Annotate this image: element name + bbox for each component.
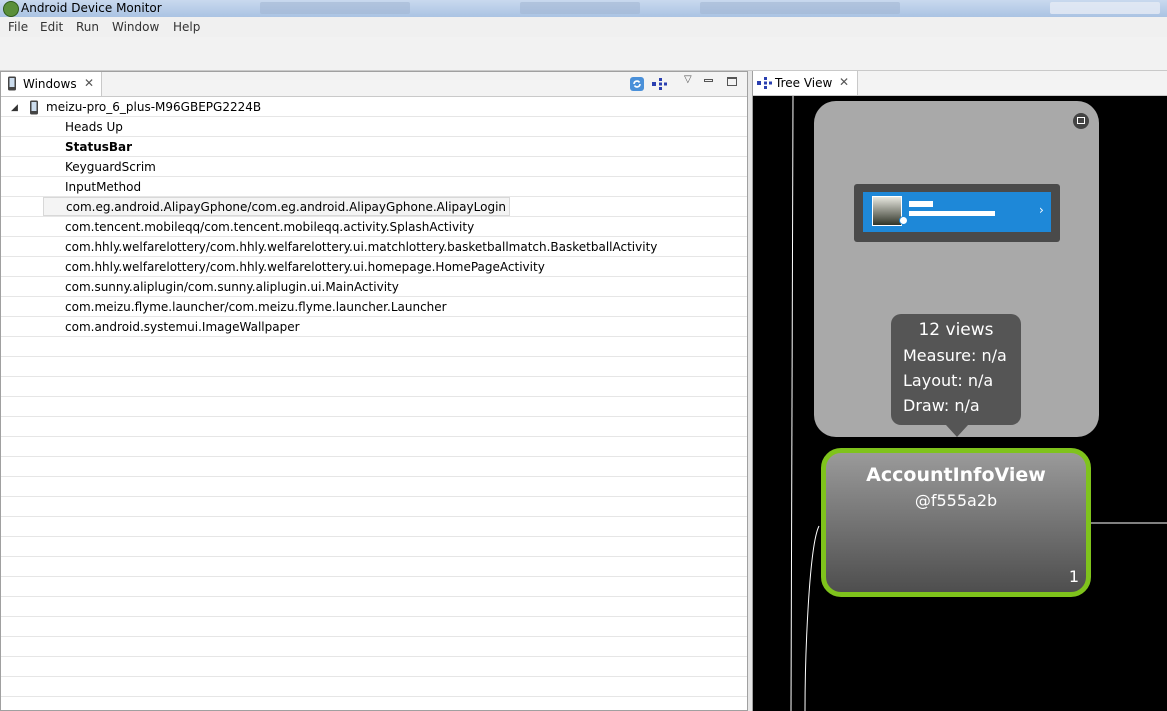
app-icon [3, 1, 19, 17]
window-item[interactable]: com.hhly.welfarelottery/com.hhly.welfare… [65, 257, 545, 277]
window-item[interactable]: com.sunny.aliplugin/com.sunny.aliplugin.… [65, 277, 399, 297]
menu-file[interactable]: File [8, 19, 28, 35]
row-separator [1, 597, 747, 617]
taskbar-blur [1050, 2, 1160, 14]
row-separator [1, 537, 747, 557]
row-separator [1, 657, 747, 677]
badge-icon [899, 216, 908, 225]
menu-run[interactable]: Run [76, 19, 99, 35]
row-separator [1, 357, 747, 377]
row-separator [1, 577, 747, 597]
redacted-account [909, 211, 995, 216]
window-item[interactable]: com.meizu.flyme.launcher/com.meizu.flyme… [65, 297, 447, 317]
avatar [872, 196, 902, 226]
phone-icon [7, 76, 17, 91]
row-separator [1, 637, 747, 657]
row-separator [1, 397, 747, 417]
menu-window[interactable]: Window [112, 19, 159, 35]
tree-view-tabbar: Tree View ✕ [753, 71, 1167, 96]
window-item[interactable]: Heads Up [65, 117, 123, 137]
row-separator [1, 377, 747, 397]
node-class-name: AccountInfoView [866, 464, 1046, 486]
menu-help[interactable]: Help [173, 19, 200, 35]
window-item-selected[interactable]: com.eg.android.AlipayGphone/com.eg.andro… [43, 197, 511, 216]
row-separator [1, 437, 747, 457]
tab-windows[interactable]: Windows ✕ [1, 72, 102, 96]
node-id: @f555a2b [914, 491, 998, 510]
row-separator [1, 457, 747, 477]
window-title: Android Device Monitor [21, 1, 162, 15]
device-row[interactable]: meizu-pro_6_plus-M96GBEPG2224B [46, 97, 261, 117]
tree-view: Tree View ✕ › 12 views Measure: n/a Layo… [752, 71, 1167, 711]
taskbar-blur [520, 2, 640, 14]
hierarchy-icon[interactable] [652, 77, 668, 91]
preview-thumbnail: › [854, 184, 1060, 242]
phone-icon [29, 100, 39, 115]
window-item[interactable]: com.hhly.welfarelottery/com.hhly.welfare… [65, 237, 657, 257]
view-node[interactable]: AccountInfoView @f555a2b 1 [821, 448, 1091, 597]
window-item[interactable]: KeyguardScrim [65, 157, 156, 177]
refresh-icon[interactable] [630, 77, 644, 91]
minimize-icon[interactable] [704, 79, 713, 82]
tab-windows-label: Windows [23, 77, 77, 91]
row-separator [1, 337, 747, 357]
row-separator [1, 417, 747, 437]
windows-tree: ◢ meizu-pro_6_plus-M96GBEPG2224B Heads U… [1, 97, 747, 710]
taskbar-blur [260, 2, 410, 14]
taskbar-blur [700, 2, 900, 14]
title-bar: Android Device Monitor [0, 0, 1167, 17]
tooltip-pointer [946, 425, 968, 437]
row-separator [1, 677, 747, 697]
preview-account-bar: › [863, 192, 1051, 232]
row-separator [1, 477, 747, 497]
view-preview-card[interactable]: › 12 views Measure: n/a Layout: n/a Draw… [814, 101, 1099, 437]
windows-view: Windows ✕ ▽ ◢ meizu-pro_6_plus-M96GBEPG2… [0, 71, 748, 711]
expand-arrow-icon[interactable]: ◢ [11, 103, 18, 113]
node-index: 1 [1068, 567, 1079, 586]
toolbar [0, 37, 1167, 71]
draw-time: Draw: n/a [903, 396, 980, 415]
view-menu-icon[interactable]: ▽ [684, 74, 692, 85]
collapse-icon[interactable] [1073, 113, 1089, 129]
window-item[interactable]: com.android.systemui.ImageWallpaper [65, 317, 300, 337]
tab-tree-view-label: Tree View [775, 76, 833, 90]
tab-tree-view[interactable]: Tree View ✕ [753, 71, 858, 95]
maximize-icon[interactable] [727, 77, 737, 86]
hierarchy-icon [757, 76, 773, 90]
measure-time: Measure: n/a [903, 346, 1007, 365]
layout-time: Layout: n/a [903, 371, 994, 390]
windows-view-tabbar: Windows ✕ ▽ [1, 72, 747, 97]
window-item[interactable]: com.tencent.mobileqq/com.tencent.mobileq… [65, 217, 474, 237]
close-icon[interactable]: ✕ [839, 74, 849, 90]
window-item[interactable]: StatusBar [65, 137, 132, 157]
row-separator [1, 497, 747, 517]
window-item[interactable]: InputMethod [65, 177, 141, 197]
row-separator [1, 617, 747, 637]
menu-bar: File Edit Run Window Help [0, 17, 1167, 37]
row-separator [1, 517, 747, 537]
tree-canvas[interactable]: › 12 views Measure: n/a Layout: n/a Draw… [753, 96, 1167, 711]
views-count: 12 views [918, 320, 994, 340]
stats-tooltip: 12 views Measure: n/a Layout: n/a Draw: … [891, 314, 1021, 425]
close-icon[interactable]: ✕ [84, 75, 94, 91]
row-separator [1, 557, 747, 577]
chevron-right-icon: › [1039, 203, 1044, 217]
row-separator [1, 697, 747, 710]
menu-edit[interactable]: Edit [40, 19, 63, 35]
redacted-name [909, 201, 933, 207]
